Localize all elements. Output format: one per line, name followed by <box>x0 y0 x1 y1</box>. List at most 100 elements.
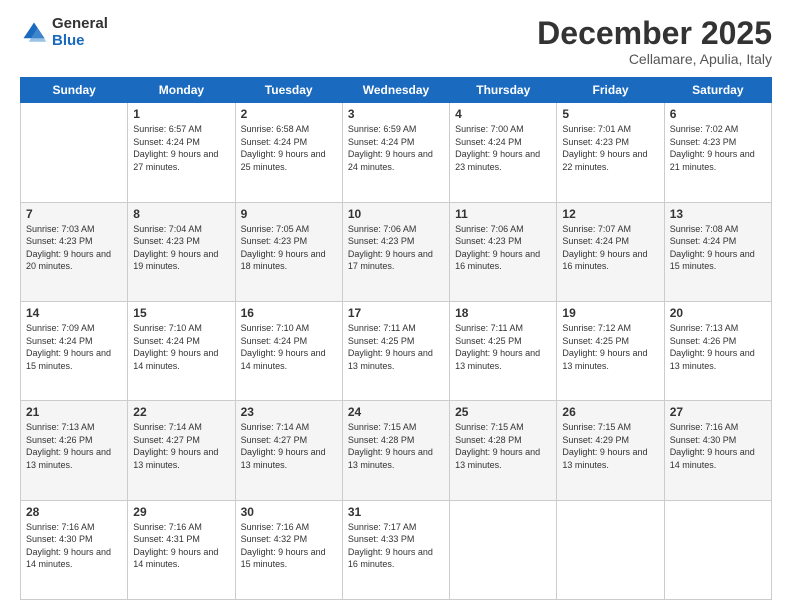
calendar-cell: 3 Sunrise: 6:59 AMSunset: 4:24 PMDaylight… <box>342 103 449 202</box>
day-number: 7 <box>26 207 122 221</box>
day-info: Sunrise: 7:11 AMSunset: 4:25 PMDaylight:… <box>348 322 444 372</box>
day-number: 5 <box>562 107 658 121</box>
day-number: 26 <box>562 405 658 419</box>
day-number: 25 <box>455 405 551 419</box>
day-info: Sunrise: 7:03 AMSunset: 4:23 PMDaylight:… <box>26 223 122 273</box>
day-info: Sunrise: 7:10 AMSunset: 4:24 PMDaylight:… <box>133 322 229 372</box>
day-number: 8 <box>133 207 229 221</box>
day-number: 27 <box>670 405 766 419</box>
logo-blue: Blue <box>52 33 108 50</box>
col-tuesday: Tuesday <box>235 78 342 103</box>
title-block: December 2025 Cellamare, Apulia, Italy <box>537 16 772 67</box>
day-info: Sunrise: 7:13 AMSunset: 4:26 PMDaylight:… <box>670 322 766 372</box>
day-number: 17 <box>348 306 444 320</box>
calendar-cell: 4 Sunrise: 7:00 AMSunset: 4:24 PMDaylight… <box>450 103 557 202</box>
col-saturday: Saturday <box>664 78 771 103</box>
calendar-cell: 10 Sunrise: 7:06 AMSunset: 4:23 PMDayligh… <box>342 202 449 301</box>
calendar-cell <box>21 103 128 202</box>
day-number: 15 <box>133 306 229 320</box>
calendar-cell: 12 Sunrise: 7:07 AMSunset: 4:24 PMDayligh… <box>557 202 664 301</box>
page: General Blue December 2025 Cellamare, Ap… <box>0 0 792 612</box>
calendar-cell: 9 Sunrise: 7:05 AMSunset: 4:23 PMDaylight… <box>235 202 342 301</box>
day-number: 30 <box>241 505 337 519</box>
logo-general: General <box>52 16 108 33</box>
day-info: Sunrise: 7:16 AMSunset: 4:30 PMDaylight:… <box>26 521 122 571</box>
month-title: December 2025 <box>537 16 772 51</box>
calendar-cell: 16Sunrise: 7:10 AMSunset: 4:24 PMDayligh… <box>235 301 342 400</box>
location: Cellamare, Apulia, Italy <box>537 51 772 67</box>
calendar-cell: 17 Sunrise: 7:11 AMSunset: 4:25 PMDayligh… <box>342 301 449 400</box>
calendar-cell: 6 Sunrise: 7:02 AMSunset: 4:23 PMDaylight… <box>664 103 771 202</box>
day-number: 24 <box>348 405 444 419</box>
day-info: Sunrise: 7:04 AMSunset: 4:23 PMDaylight:… <box>133 223 229 273</box>
day-number: 21 <box>26 405 122 419</box>
calendar-cell: 23 Sunrise: 7:14 AMSunset: 4:27 PMDayligh… <box>235 401 342 500</box>
day-number: 19 <box>562 306 658 320</box>
day-info: Sunrise: 7:16 AMSunset: 4:31 PMDaylight:… <box>133 521 229 571</box>
calendar-cell: 22 Sunrise: 7:14 AMSunset: 4:27 PMDayligh… <box>128 401 235 500</box>
day-info: Sunrise: 7:07 AMSunset: 4:24 PMDaylight:… <box>562 223 658 273</box>
day-info: Sunrise: 7:06 AMSunset: 4:23 PMDaylight:… <box>455 223 551 273</box>
day-number: 2 <box>241 107 337 121</box>
calendar-cell: 20 Sunrise: 7:13 AMSunset: 4:26 PMDayligh… <box>664 301 771 400</box>
day-info: Sunrise: 7:08 AMSunset: 4:24 PMDaylight:… <box>670 223 766 273</box>
calendar-week-2: 7 Sunrise: 7:03 AMSunset: 4:23 PMDaylight… <box>21 202 772 301</box>
calendar-cell: 8 Sunrise: 7:04 AMSunset: 4:23 PMDaylight… <box>128 202 235 301</box>
day-info: Sunrise: 7:16 AMSunset: 4:32 PMDaylight:… <box>241 521 337 571</box>
day-info: Sunrise: 7:10 AMSunset: 4:24 PMDaylight:… <box>241 322 337 372</box>
day-info: Sunrise: 7:09 AMSunset: 4:24 PMDaylight:… <box>26 322 122 372</box>
day-number: 12 <box>562 207 658 221</box>
day-info: Sunrise: 7:00 AMSunset: 4:24 PMDaylight:… <box>455 123 551 173</box>
day-number: 23 <box>241 405 337 419</box>
day-info: Sunrise: 7:06 AMSunset: 4:23 PMDaylight:… <box>348 223 444 273</box>
day-info: Sunrise: 6:59 AMSunset: 4:24 PMDaylight:… <box>348 123 444 173</box>
calendar-cell: 5Sunrise: 7:01 AMSunset: 4:23 PMDaylight… <box>557 103 664 202</box>
day-number: 29 <box>133 505 229 519</box>
day-number: 9 <box>241 207 337 221</box>
day-info: Sunrise: 7:15 AMSunset: 4:29 PMDaylight:… <box>562 421 658 471</box>
calendar-cell: 19 Sunrise: 7:12 AMSunset: 4:25 PMDayligh… <box>557 301 664 400</box>
day-number: 28 <box>26 505 122 519</box>
calendar-week-1: 1Sunrise: 6:57 AMSunset: 4:24 PMDaylight… <box>21 103 772 202</box>
day-number: 1 <box>133 107 229 121</box>
day-number: 18 <box>455 306 551 320</box>
calendar-header-row: Sunday Monday Tuesday Wednesday Thursday… <box>21 78 772 103</box>
day-info: Sunrise: 7:15 AMSunset: 4:28 PMDaylight:… <box>348 421 444 471</box>
day-info: Sunrise: 7:05 AMSunset: 4:23 PMDaylight:… <box>241 223 337 273</box>
col-thursday: Thursday <box>450 78 557 103</box>
calendar-cell: 29 Sunrise: 7:16 AMSunset: 4:31 PMDayligh… <box>128 500 235 599</box>
calendar-cell: 7 Sunrise: 7:03 AMSunset: 4:23 PMDaylight… <box>21 202 128 301</box>
day-number: 6 <box>670 107 766 121</box>
logo: General Blue <box>20 16 108 49</box>
calendar-cell: 31Sunrise: 7:17 AMSunset: 4:33 PMDayligh… <box>342 500 449 599</box>
day-info: Sunrise: 7:16 AMSunset: 4:30 PMDaylight:… <box>670 421 766 471</box>
calendar-cell: 14 Sunrise: 7:09 AMSunset: 4:24 PMDayligh… <box>21 301 128 400</box>
day-number: 22 <box>133 405 229 419</box>
col-wednesday: Wednesday <box>342 78 449 103</box>
day-number: 3 <box>348 107 444 121</box>
calendar-cell: 26 Sunrise: 7:15 AMSunset: 4:29 PMDayligh… <box>557 401 664 500</box>
calendar-cell <box>450 500 557 599</box>
calendar-cell: 25Sunrise: 7:15 AMSunset: 4:28 PMDayligh… <box>450 401 557 500</box>
day-info: Sunrise: 6:58 AMSunset: 4:24 PMDaylight:… <box>241 123 337 173</box>
day-number: 14 <box>26 306 122 320</box>
day-info: Sunrise: 7:14 AMSunset: 4:27 PMDaylight:… <box>133 421 229 471</box>
calendar-cell: 11Sunrise: 7:06 AMSunset: 4:23 PMDayligh… <box>450 202 557 301</box>
day-info: Sunrise: 7:14 AMSunset: 4:27 PMDaylight:… <box>241 421 337 471</box>
day-number: 4 <box>455 107 551 121</box>
day-info: Sunrise: 7:12 AMSunset: 4:25 PMDaylight:… <box>562 322 658 372</box>
calendar-table: Sunday Monday Tuesday Wednesday Thursday… <box>20 77 772 600</box>
day-number: 20 <box>670 306 766 320</box>
calendar-cell: 13Sunrise: 7:08 AMSunset: 4:24 PMDayligh… <box>664 202 771 301</box>
day-number: 10 <box>348 207 444 221</box>
calendar-cell: 15 Sunrise: 7:10 AMSunset: 4:24 PMDayligh… <box>128 301 235 400</box>
calendar-cell: 1Sunrise: 6:57 AMSunset: 4:24 PMDaylight… <box>128 103 235 202</box>
calendar-cell <box>664 500 771 599</box>
day-info: Sunrise: 7:02 AMSunset: 4:23 PMDaylight:… <box>670 123 766 173</box>
calendar-cell: 30 Sunrise: 7:16 AMSunset: 4:32 PMDayligh… <box>235 500 342 599</box>
calendar-cell: 2 Sunrise: 6:58 AMSunset: 4:24 PMDaylight… <box>235 103 342 202</box>
calendar-cell: 21Sunrise: 7:13 AMSunset: 4:26 PMDayligh… <box>21 401 128 500</box>
calendar-cell: 28 Sunrise: 7:16 AMSunset: 4:30 PMDayligh… <box>21 500 128 599</box>
calendar-cell <box>557 500 664 599</box>
calendar-cell: 24 Sunrise: 7:15 AMSunset: 4:28 PMDayligh… <box>342 401 449 500</box>
